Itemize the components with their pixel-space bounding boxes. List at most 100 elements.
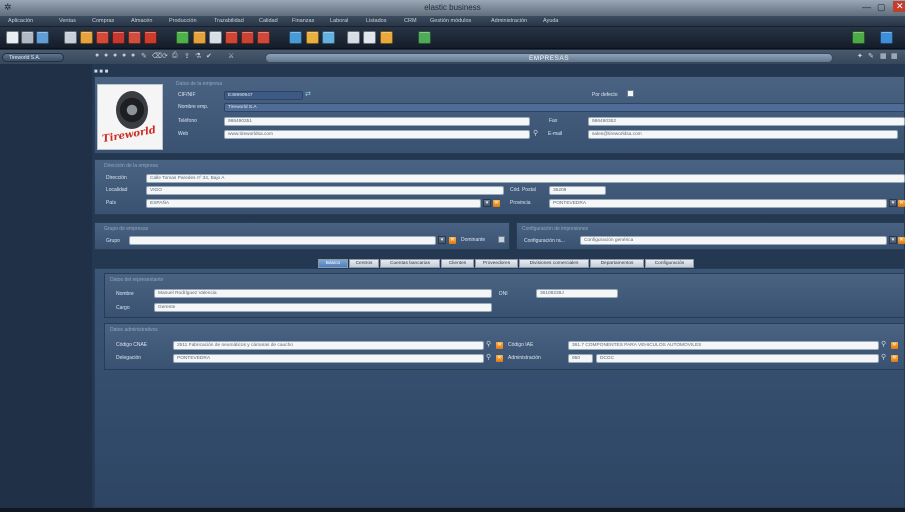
delivery-icon[interactable] [144, 31, 157, 44]
close-icon[interactable]: ✕ [893, 1, 905, 12]
cnae-clear-icon[interactable]: ✕ [496, 342, 503, 349]
fax-field[interactable]: 986490352 [588, 117, 905, 126]
prev-record-icon[interactable]: ● [113, 52, 117, 59]
iae-clear-icon[interactable]: ✕ [891, 342, 898, 349]
menu-item-aplicacion[interactable]: Aplicación [8, 18, 33, 24]
gear-icon[interactable] [347, 31, 360, 44]
web-field[interactable]: www.tireworldsa.com [224, 130, 530, 139]
tab-proveedores[interactable]: Proveedores [475, 259, 518, 268]
upload-icon[interactable] [852, 31, 865, 44]
delegacion-search-icon[interactable]: ⚲ [486, 353, 491, 361]
menu-item-almacen[interactable]: Almacén [131, 18, 152, 24]
document-red-icon[interactable] [96, 31, 109, 44]
invoice-icon[interactable] [112, 31, 125, 44]
dni-field[interactable]: 36108239J [536, 289, 618, 298]
config-field[interactable]: Configuración genérica [580, 236, 887, 245]
provincia-dropdown-icon[interactable]: ▾ [889, 199, 897, 207]
calendar-icon[interactable] [418, 31, 431, 44]
next-record-icon[interactable]: ● [122, 52, 126, 59]
print-icon[interactable]: ⎙ [172, 52, 178, 60]
delegacion-field[interactable]: PONTEVEDRA [173, 354, 484, 363]
menu-item-crm[interactable]: CRM [404, 18, 417, 24]
iae-field[interactable]: 361.7 COMPONENTES PARA VEHICULOS AUTOMOV… [568, 341, 879, 350]
administracion-clear-icon[interactable]: ✕ [891, 355, 898, 362]
direccion-field[interactable]: Calle Tomas Paredes nº 34, Bajo A [146, 174, 905, 183]
new-record-icon[interactable]: ● [95, 52, 99, 59]
delete-icon[interactable]: ⌫ [152, 52, 162, 60]
filter-icon[interactable]: ⚗ [195, 52, 201, 60]
tab-configuracion[interactable]: Configuración [645, 259, 694, 268]
ledger-icon[interactable] [241, 31, 254, 44]
menu-item-administracion[interactable]: Administración [491, 18, 527, 24]
nombre-field[interactable]: Tireworld S.A [224, 103, 905, 112]
cargo-field[interactable]: Gerente [154, 303, 492, 312]
cif-lookup-icon[interactable]: ⇄ [305, 90, 311, 98]
globe-icon[interactable] [322, 31, 335, 44]
administracion-code-field[interactable]: 950 [568, 354, 593, 363]
menu-item-laboral[interactable]: Laboral [330, 18, 348, 24]
tab-centros[interactable]: Centros [349, 259, 379, 268]
minimize-icon[interactable]: — [862, 2, 871, 12]
tab-departamentos[interactable]: Departamentos [590, 259, 644, 268]
localidad-field[interactable]: VIGO [146, 186, 504, 195]
menu-item-produccion[interactable]: Producción [169, 18, 197, 24]
order-icon[interactable] [128, 31, 141, 44]
cp-field[interactable]: 36208 [549, 186, 606, 195]
pais-field[interactable]: ESPAÑA [146, 199, 481, 208]
tab-basico[interactable]: Básico [318, 259, 348, 268]
menu-item-ventas[interactable]: Ventas [59, 18, 76, 24]
folder-icon[interactable] [306, 31, 319, 44]
config-dropdown-icon[interactable]: ▾ [889, 236, 897, 244]
web-link-icon[interactable]: ⚲ [533, 129, 538, 137]
delegacion-clear-icon[interactable]: ✕ [496, 355, 503, 362]
users-icon[interactable] [80, 31, 93, 44]
mail-icon[interactable] [363, 31, 376, 44]
menu-item-gestion-modulos[interactable]: Gestión módulos [430, 18, 471, 24]
tab-cuentas-bancarias[interactable]: Cuentas bancarias [380, 259, 440, 268]
window-icon[interactable] [21, 31, 34, 44]
form-buttons-icon[interactable]: ■ ■ ■ [94, 69, 108, 75]
provincia-clear-icon[interactable]: ✕ [898, 200, 905, 207]
chart-icon[interactable] [289, 31, 302, 44]
open-tab-tireworld[interactable]: Tireworld S.A. [2, 53, 64, 62]
first-record-icon[interactable]: ● [104, 52, 108, 59]
cif-field[interactable]: E36990947 [224, 91, 303, 100]
pais-clear-icon[interactable]: ✕ [493, 200, 500, 207]
desktop-icon[interactable] [36, 31, 49, 44]
grupo-clear-icon[interactable]: ✕ [449, 237, 456, 244]
config-clear-icon[interactable]: ✕ [898, 237, 905, 244]
grid-icon[interactable]: ▦ [880, 52, 887, 60]
tab-divisiones-comerciales[interactable]: Divisiones comerciales [519, 259, 589, 268]
menu-item-ayuda[interactable]: Ayuda [543, 18, 559, 24]
cnae-field[interactable]: 2511 Fabricación de neumáticos y cámaras… [173, 341, 484, 350]
accounts-icon[interactable] [257, 31, 270, 44]
grupo-field[interactable] [129, 236, 436, 245]
production-icon[interactable] [193, 31, 206, 44]
edit-icon[interactable]: ✎ [141, 52, 147, 60]
provincia-field[interactable]: PONTEVEDRA [549, 199, 887, 208]
panel-icon[interactable]: ▦ [891, 52, 898, 60]
last-record-icon[interactable]: ● [131, 52, 135, 59]
telefono-field[interactable]: 986490351 [224, 117, 530, 126]
rep-nombre-field[interactable]: Manuel Rodríguez Valencia [154, 289, 492, 298]
home-icon[interactable] [6, 31, 19, 44]
administracion-search-icon[interactable]: ⚲ [881, 353, 886, 361]
tab-clientes[interactable]: Clientes [441, 259, 474, 268]
star-icon[interactable] [380, 31, 393, 44]
minus-icon[interactable] [880, 31, 893, 44]
close-form-icon[interactable]: ⚔ [228, 52, 234, 60]
settings-icon[interactable]: ✔ [206, 52, 212, 60]
grupo-dropdown-icon[interactable]: ▾ [438, 236, 446, 244]
cnae-search-icon[interactable]: ⚲ [486, 340, 491, 348]
pais-dropdown-icon[interactable]: ▾ [483, 199, 491, 207]
menu-item-listados[interactable]: Listados [366, 18, 387, 24]
maximize-icon[interactable]: ▢ [877, 2, 886, 13]
help-icon[interactable]: ✦ [857, 52, 863, 60]
menu-item-calidad[interactable]: Calidad [259, 18, 278, 24]
menu-item-trazabilidad[interactable]: Trazabilidad [214, 18, 244, 24]
stock-icon[interactable] [176, 31, 189, 44]
user-icon[interactable] [64, 31, 77, 44]
menu-item-finanzas[interactable]: Finanzas [292, 18, 314, 24]
email-field[interactable]: sales@tireworldsa.com [588, 130, 898, 139]
company-logo[interactable]: Tireworld [97, 84, 163, 150]
